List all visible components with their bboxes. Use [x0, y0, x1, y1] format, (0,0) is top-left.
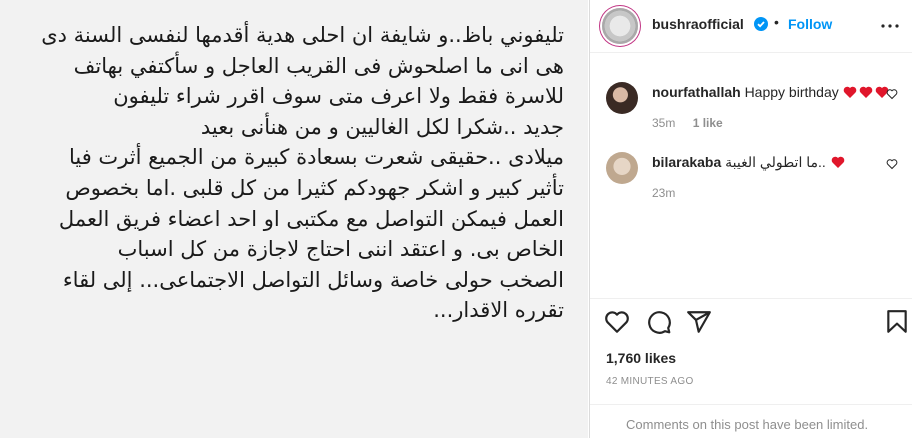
comment-text: ما اتطولي الغيبة.. — [725, 154, 826, 170]
comments-footer: Comments on this post have been limited. — [590, 404, 912, 439]
follow-button[interactable]: Follow — [788, 16, 832, 32]
author-avatar[interactable] — [602, 8, 638, 44]
comment-icon[interactable] — [646, 309, 672, 335]
red-heart-emoji-icon — [831, 156, 844, 168]
comment-like-heart-icon[interactable] — [886, 88, 898, 100]
comment-username[interactable]: bilarakaba — [652, 154, 721, 170]
comment-item: bilarakaba ما اتطولي الغيبة.. 23m — [590, 150, 912, 204]
comment-item: nourfathallah Happy birthday 35m 1 like — [590, 80, 912, 134]
comment-avatar[interactable] — [606, 82, 638, 114]
post-timestamp[interactable]: 42 MINUTES AGO — [606, 376, 694, 387]
comment-time: 35m — [652, 116, 676, 130]
post-sidebar: bushraofficial • Follow nourfathallah Ha… — [589, 0, 912, 438]
bookmark-icon[interactable] — [884, 309, 910, 335]
heart-icon[interactable] — [604, 309, 630, 335]
post-caption-image-text: تليفوني باظ..و شايفة ان احلى هدية أقدمها… — [41, 23, 564, 323]
post-actions — [590, 298, 912, 343]
share-icon[interactable] — [686, 309, 712, 335]
comment-avatar[interactable] — [606, 152, 638, 184]
comment-likes[interactable]: 1 like — [693, 116, 723, 130]
separator-dot: • — [774, 14, 779, 30]
comment-like-heart-icon[interactable] — [886, 158, 898, 170]
comments-limited-notice: Comments on this post have been limited. — [626, 417, 869, 432]
likes-count[interactable]: 1,760 likes — [606, 350, 676, 366]
author-username[interactable]: bushraofficial — [652, 16, 744, 32]
comment-time: 23m — [652, 186, 676, 200]
comment-text: Happy birthday — [744, 84, 839, 100]
comment-username[interactable]: nourfathallah — [652, 84, 741, 100]
more-options-icon[interactable] — [878, 14, 902, 38]
verified-badge-icon — [754, 17, 768, 31]
post-header: bushraofficial • Follow — [590, 0, 912, 53]
post-image: تليفوني باظ..و شايفة ان احلى هدية أقدمها… — [0, 0, 588, 438]
red-hearts-emoji-icon — [843, 86, 888, 98]
